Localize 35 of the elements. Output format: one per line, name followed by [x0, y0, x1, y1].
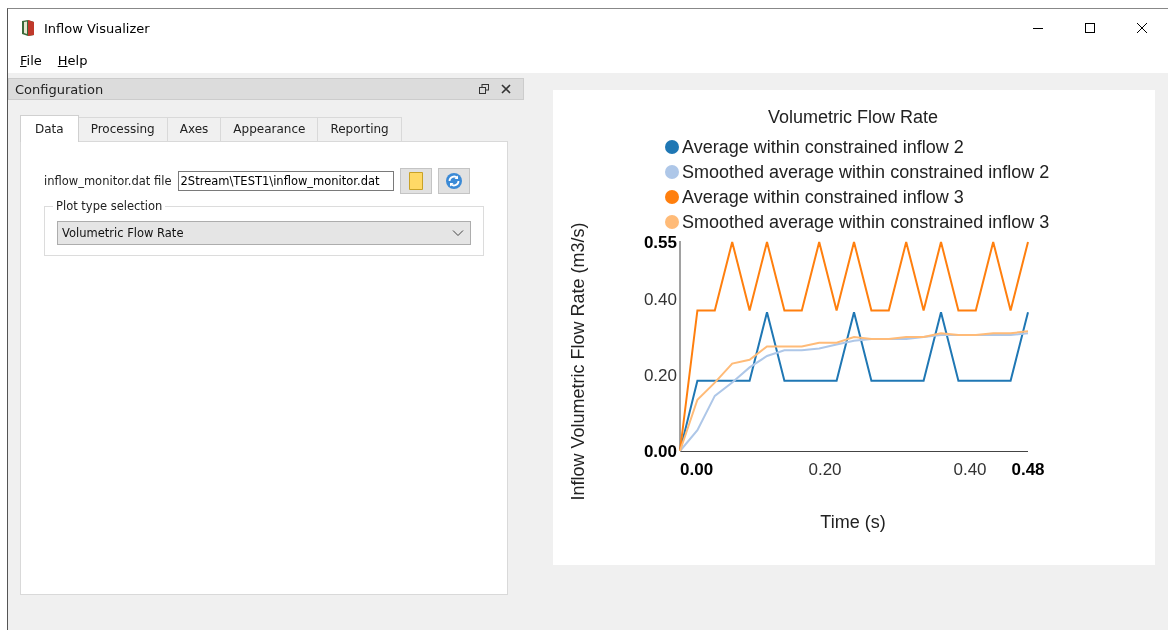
tick-label: 0.40 — [643, 290, 677, 309]
axis-title: Inflow Volumetric Flow Rate (m3/s) — [568, 222, 588, 501]
folder-icon — [408, 172, 423, 190]
chevron-down-icon — [452, 229, 464, 237]
menu-item[interactable]: Help — [49, 50, 96, 70]
axis-title: Time (s) — [820, 512, 886, 532]
legend-label: Smoothed average within constrained inflow 2 — [682, 162, 1050, 182]
tab[interactable]: Reporting — [317, 117, 402, 141]
panel-title: Configuration — [15, 81, 104, 97]
tick-label: 0.00 — [643, 442, 677, 461]
tick-label: 0.00 — [680, 460, 714, 479]
window-title: Inflow Visualizer — [44, 20, 150, 36]
tick-label: 0.20 — [808, 460, 842, 479]
legend-label: Average within constrained inflow 2 — [682, 137, 964, 157]
tick-label: 0.48 — [1011, 460, 1045, 479]
legend-label: Average within constrained inflow 3 — [682, 187, 964, 207]
close-icon — [501, 84, 511, 94]
app-icon — [20, 19, 36, 37]
restore-icon — [479, 84, 489, 94]
tick-label: 0.20 — [643, 366, 677, 385]
browse-button[interactable] — [399, 168, 432, 194]
group-label: Plot type selection — [53, 199, 166, 213]
refresh-button[interactable] — [437, 168, 470, 194]
tick-label: 0.40 — [953, 460, 987, 479]
menu-item[interactable]: File — [12, 50, 50, 70]
legend-label: Smoothed average within constrained inflow 3 — [682, 212, 1050, 232]
maximize-icon — [1084, 22, 1096, 34]
file-path-field[interactable]: 2Stream\TEST1\inflow_monitor.dat — [177, 171, 394, 191]
plot-type-dropdown[interactable]: Volumetric Flow Rate — [57, 221, 471, 245]
refresh-icon — [444, 172, 463, 190]
tab[interactable]: Data — [20, 115, 79, 142]
field-label: inflow_monitor.dat file — [44, 174, 172, 188]
tick-label: 0.55 — [643, 233, 677, 252]
close-icon — [1136, 22, 1148, 34]
chart-title: Volumetric Flow Rate — [767, 107, 939, 127]
